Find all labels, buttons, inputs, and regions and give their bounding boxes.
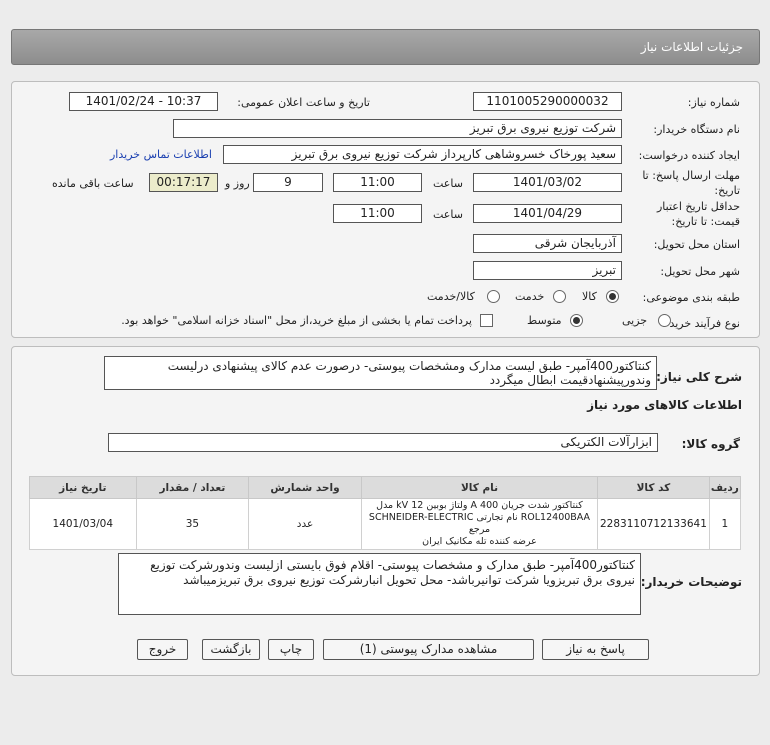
announce-label: تاریخ و ساعت اعلان عمومی: bbox=[237, 96, 370, 109]
buyer-org-field: شرکت توزیع نیروی برق تبریز bbox=[173, 119, 622, 138]
city-label: شهر محل تحویل: bbox=[660, 265, 740, 278]
category-option-service: خدمت bbox=[515, 290, 545, 303]
days-label: روز و bbox=[225, 177, 250, 190]
cell-name: کنتاکتور شدت جریان 400 A ولتاژ بوبین 12 … bbox=[360, 498, 599, 550]
validity-time-field: 11:00 bbox=[333, 204, 422, 223]
announce-field: 1401/02/24 - 10:37 bbox=[69, 92, 218, 111]
cell-row: 1 bbox=[708, 498, 742, 550]
cell-date: 1401/03/04 bbox=[29, 498, 137, 550]
deadline-time-field: 11:00 bbox=[333, 173, 422, 192]
creator-field: سعید پورخاک خسروشاهی کارپرداز شرکت توزیع… bbox=[223, 145, 622, 164]
deadline-time-label: ساعت bbox=[433, 177, 463, 190]
contact-buyer-link[interactable]: اطلاعات تماس خریدار bbox=[110, 148, 212, 161]
col-date: تاریخ نیاز bbox=[29, 476, 137, 499]
process-radio-medium[interactable] bbox=[570, 314, 583, 327]
city-field: تبریز bbox=[473, 261, 622, 280]
view-attachments-button[interactable]: مشاهده مدارک پیوستی (1) bbox=[323, 639, 534, 660]
cell-name-line: ROL12400BAA نام تجارتی SCHNEIDER-ELECTRI… bbox=[368, 512, 591, 535]
creator-label: ایجاد کننده درخواست: bbox=[638, 149, 740, 162]
col-name: نام کالا bbox=[360, 476, 599, 499]
summary-field: کنتاکتور400آمپر- طبق لیست مدارک ومشخصات … bbox=[104, 356, 657, 390]
validity-time-label: ساعت bbox=[433, 208, 463, 221]
treasury-payment-note: پرداخت تمام یا بخشی از مبلغ خرید،از محل … bbox=[121, 314, 472, 327]
goods-info-title: اطلاعات کالاهای مورد نیاز bbox=[587, 398, 742, 412]
province-label: استان محل تحویل: bbox=[653, 238, 740, 251]
goods-group-field: ابزارآلات الکتریکی bbox=[108, 433, 658, 452]
process-option-medium: متوسط bbox=[527, 314, 562, 327]
cell-name-line: کنتاکتور شدت جریان 400 A ولتاژ بوبین 12 … bbox=[376, 500, 583, 511]
category-option-goods-service: کالا/خدمت bbox=[427, 290, 475, 303]
buyer-notes-label: توضیحات خریدار: bbox=[640, 575, 742, 589]
category-radio-service[interactable] bbox=[553, 290, 566, 303]
reply-button[interactable]: پاسخ به نیاز bbox=[542, 639, 649, 660]
process-option-minor: جزیی bbox=[622, 314, 648, 327]
validity-label: حداقل تاریخ اعتبار قیمت: تا تاریخ: bbox=[656, 200, 740, 228]
need-number-field: 1101005290000032 bbox=[473, 92, 622, 111]
days-field: 9 bbox=[253, 173, 323, 192]
cell-name-line: عرضه کننده تله مکانیک ایران bbox=[422, 536, 537, 547]
buyer-notes-field: کنتاکتور400آمپر- طبق مدارک و مشخصات پیوس… bbox=[118, 553, 641, 615]
cell-qty: 35 bbox=[135, 498, 250, 550]
process-radio-minor[interactable] bbox=[658, 314, 671, 327]
exit-button[interactable]: خروج bbox=[137, 639, 188, 660]
category-radio-goods-service[interactable] bbox=[487, 290, 500, 303]
deadline-date-field: 1401/03/02 bbox=[473, 173, 622, 192]
deadline-label: مهلت ارسال پاسخ: تا تاریخ: bbox=[642, 169, 740, 197]
col-qty: تعداد / مقدار bbox=[135, 476, 250, 499]
goods-table: ردیف کد کالا نام کالا واحد شمارش تعداد /… bbox=[29, 476, 742, 550]
col-code: کد کالا bbox=[597, 476, 710, 499]
remaining-time-label: ساعت باقی مانده bbox=[52, 177, 134, 190]
treasury-payment-checkbox[interactable] bbox=[480, 314, 493, 327]
back-button[interactable]: بازگشت bbox=[202, 639, 260, 660]
goods-group-label: گروه کالا: bbox=[681, 437, 740, 451]
cell-unit: عدد bbox=[248, 498, 362, 550]
need-number-label: شماره نیاز: bbox=[687, 96, 740, 109]
summary-label: شرح کلی نیاز: bbox=[656, 370, 742, 384]
remaining-time-field: 00:17:17 bbox=[149, 173, 218, 192]
col-unit: واحد شمارش bbox=[248, 476, 362, 499]
col-row: ردیف bbox=[708, 476, 742, 499]
process-label: نوع فرآیند خرید : bbox=[662, 317, 740, 330]
page-title: جزئیات اطلاعات نیاز bbox=[640, 40, 743, 54]
province-field: آذربایجان شرقی bbox=[473, 234, 622, 253]
buyer-org-label: نام دستگاه خریدار: bbox=[653, 123, 740, 136]
print-button[interactable]: چاپ bbox=[268, 639, 314, 660]
page-header: جزئیات اطلاعات نیاز bbox=[11, 29, 760, 65]
validity-date-field: 1401/04/29 bbox=[473, 204, 622, 223]
category-label: طبقه بندی موضوعی: bbox=[642, 291, 740, 304]
goods-table-header: ردیف کد کالا نام کالا واحد شمارش تعداد /… bbox=[29, 476, 742, 499]
table-row: 1 2283110712133641 کنتاکتور شدت جریان 40… bbox=[29, 498, 742, 550]
category-option-goods: کالا bbox=[582, 290, 597, 303]
cell-code: 2283110712133641 bbox=[597, 498, 710, 550]
category-radio-goods[interactable] bbox=[606, 290, 619, 303]
